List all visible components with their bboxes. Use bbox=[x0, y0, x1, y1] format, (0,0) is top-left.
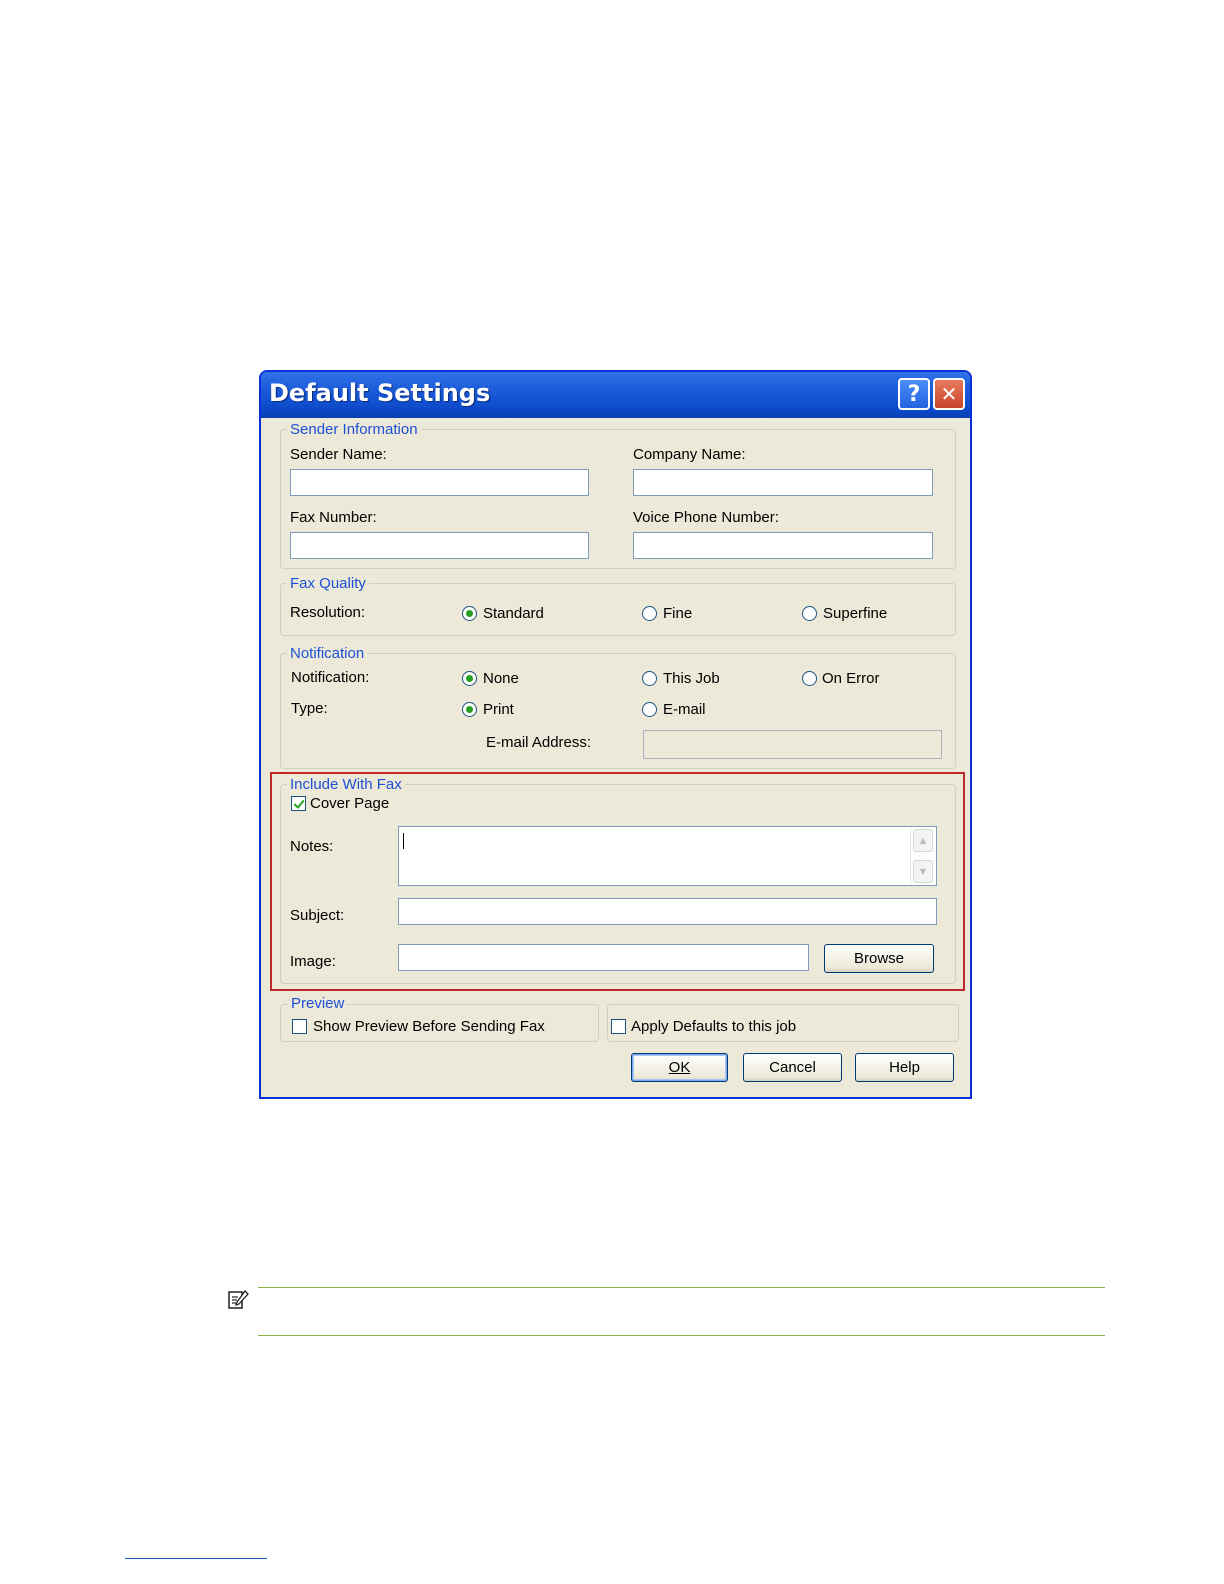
fax-number-input[interactable] bbox=[290, 532, 589, 559]
radio-none-label: None bbox=[483, 670, 519, 687]
title-bar[interactable]: Default Settings ? ✕ bbox=[261, 372, 970, 418]
radio-superfine-label: Superfine bbox=[823, 605, 888, 622]
resolution-label: Resolution: bbox=[290, 604, 366, 621]
ok-button[interactable]: OK bbox=[631, 1053, 728, 1082]
radio-superfine[interactable] bbox=[802, 606, 817, 621]
note-bottom-rule bbox=[258, 1335, 1105, 1336]
radio-this-job[interactable] bbox=[642, 671, 657, 686]
footer-rule bbox=[125, 1558, 267, 1559]
radio-none[interactable] bbox=[462, 671, 477, 686]
question-icon: ? bbox=[907, 381, 921, 407]
text-caret bbox=[403, 833, 404, 849]
help-button-label: Help bbox=[889, 1059, 920, 1076]
sender-name-input[interactable] bbox=[290, 469, 589, 496]
voice-phone-input[interactable] bbox=[633, 532, 933, 559]
voice-phone-label: Voice Phone Number: bbox=[633, 509, 779, 526]
radio-on-error-label: On Error bbox=[822, 670, 880, 687]
close-icon: ✕ bbox=[940, 382, 958, 406]
company-name-label: Company Name: bbox=[633, 446, 746, 463]
email-address-label: E-mail Address: bbox=[486, 734, 592, 751]
radio-email[interactable] bbox=[642, 702, 657, 717]
help-button[interactable]: Help bbox=[855, 1053, 954, 1082]
subject-input[interactable] bbox=[398, 898, 937, 925]
type-label: Type: bbox=[291, 700, 328, 717]
radio-this-job-label: This Job bbox=[663, 670, 720, 687]
ok-button-label: OK bbox=[668, 1059, 691, 1076]
default-settings-dialog: Default Settings ? ✕ Sender Information … bbox=[259, 370, 972, 1099]
image-path-input[interactable] bbox=[398, 944, 809, 971]
radio-fine-label: Fine bbox=[663, 605, 693, 622]
show-preview-checkbox[interactable] bbox=[292, 1019, 307, 1034]
notification-legend: Notification bbox=[287, 645, 368, 662]
subject-label: Subject: bbox=[290, 907, 345, 924]
sender-information-legend: Sender Information bbox=[287, 421, 421, 438]
radio-standard[interactable] bbox=[462, 606, 477, 621]
notes-scrollbar[interactable]: ▲ ▼ bbox=[910, 828, 935, 884]
image-label: Image: bbox=[290, 953, 336, 970]
notes-textarea[interactable]: ▲ ▼ bbox=[398, 826, 937, 886]
apply-defaults-checkbox[interactable] bbox=[611, 1019, 626, 1034]
dialog-title: Default Settings bbox=[269, 379, 491, 407]
radio-print[interactable] bbox=[462, 702, 477, 717]
preview-legend: Preview bbox=[288, 995, 348, 1012]
notification-label: Notification: bbox=[291, 669, 370, 686]
sender-name-label: Sender Name: bbox=[290, 446, 387, 463]
titlebar-close-button[interactable]: ✕ bbox=[933, 378, 965, 410]
browse-button-label: Browse bbox=[853, 950, 905, 967]
cancel-button-label: Cancel bbox=[769, 1059, 816, 1076]
cancel-button[interactable]: Cancel bbox=[743, 1053, 842, 1082]
include-with-fax-legend: Include With Fax bbox=[287, 776, 405, 793]
apply-defaults-label: Apply Defaults to this job bbox=[631, 1018, 797, 1035]
fax-quality-legend: Fax Quality bbox=[287, 575, 369, 592]
titlebar-help-button[interactable]: ? bbox=[898, 378, 930, 410]
radio-print-label: Print bbox=[483, 701, 514, 718]
scroll-up-icon[interactable]: ▲ bbox=[913, 829, 933, 852]
browse-button[interactable]: Browse bbox=[824, 944, 934, 973]
email-address-input[interactable] bbox=[643, 730, 942, 759]
notes-label: Notes: bbox=[290, 838, 334, 855]
cover-page-checkbox[interactable] bbox=[291, 796, 306, 811]
scroll-down-icon[interactable]: ▼ bbox=[913, 860, 933, 883]
radio-on-error[interactable] bbox=[802, 671, 817, 686]
radio-fine[interactable] bbox=[642, 606, 657, 621]
cover-page-label: Cover Page bbox=[310, 795, 390, 812]
company-name-input[interactable] bbox=[633, 469, 933, 496]
radio-standard-label: Standard bbox=[483, 605, 544, 622]
fax-number-label: Fax Number: bbox=[290, 509, 377, 526]
radio-email-label: E-mail bbox=[663, 701, 706, 718]
note-pencil-icon bbox=[227, 1289, 249, 1311]
show-preview-label: Show Preview Before Sending Fax bbox=[313, 1018, 545, 1035]
note-top-rule bbox=[258, 1287, 1105, 1288]
